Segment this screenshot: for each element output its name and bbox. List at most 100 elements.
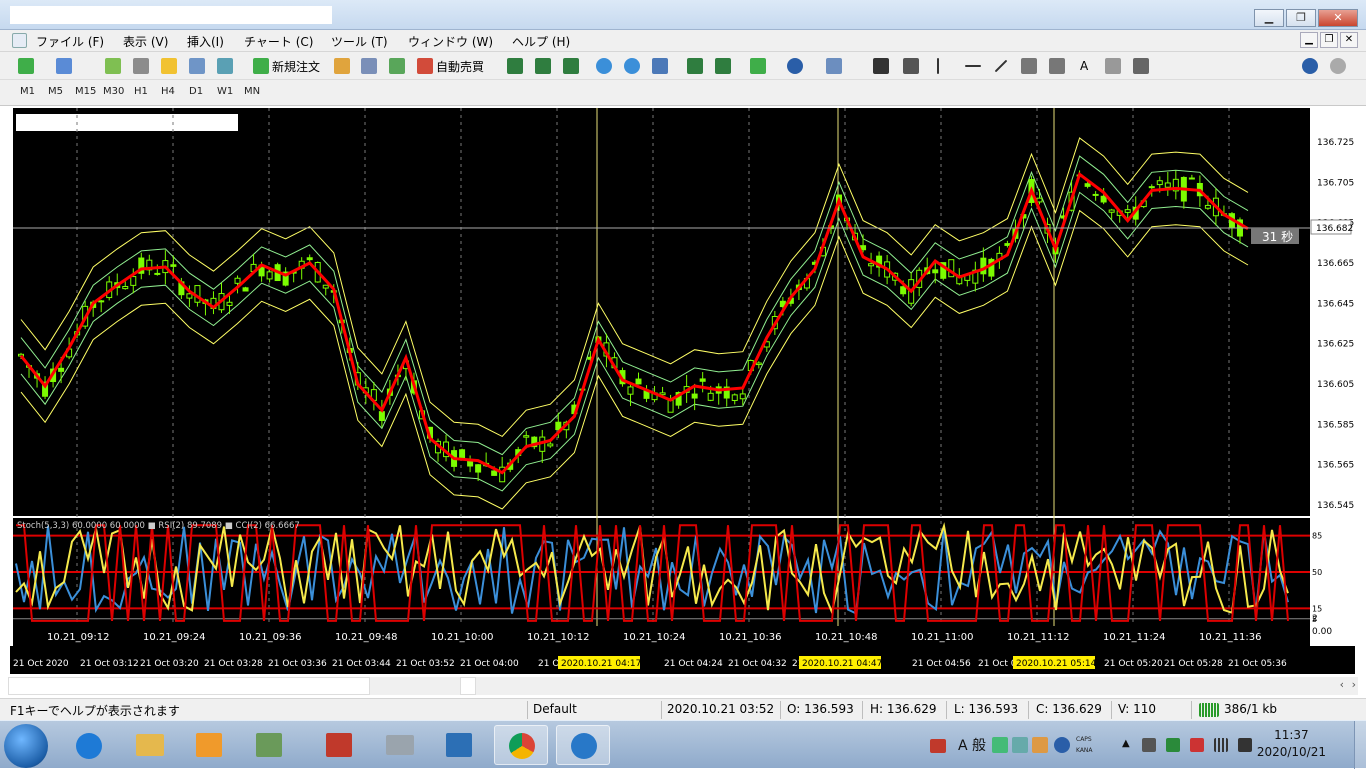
taskbar-mt4[interactable]	[556, 725, 610, 765]
candle-body	[547, 443, 554, 447]
tf-m5[interactable]: M5	[48, 86, 63, 97]
tray-app-icon-2[interactable]	[1190, 738, 1204, 752]
main-toolbar: 新規注文 自動売買 A	[0, 52, 1366, 80]
tray-ime-icon-3[interactable]	[1032, 737, 1048, 753]
tf-h1[interactable]: H1	[134, 86, 148, 97]
arrows-button[interactable]	[1133, 56, 1149, 76]
terminal-button[interactable]	[189, 56, 205, 76]
zoom-in-button[interactable]	[596, 56, 612, 76]
profiles-button[interactable]	[56, 56, 72, 76]
taskbar-media[interactable]	[182, 725, 236, 765]
tf-m1[interactable]: M1	[20, 86, 35, 97]
taskbar-explorer[interactable]	[122, 725, 176, 765]
help-icon[interactable]	[1054, 737, 1070, 753]
menu-help[interactable]: ヘルプ (H)	[512, 33, 570, 50]
market-button[interactable]	[389, 56, 405, 76]
indicators-button[interactable]	[750, 56, 766, 76]
chart-tab-2[interactable]	[460, 677, 476, 695]
taskbar-chrome[interactable]	[494, 725, 548, 765]
candle-body	[306, 257, 313, 261]
volume-icon[interactable]	[1238, 738, 1252, 752]
status-low: L: 136.593	[954, 702, 1019, 716]
chat-button[interactable]	[1330, 56, 1346, 76]
mdi-close-button[interactable]: ✕	[1340, 32, 1358, 48]
zoom-out-button[interactable]	[624, 56, 640, 76]
templates-button[interactable]	[826, 56, 842, 76]
signals-button[interactable]	[361, 56, 377, 76]
close-button[interactable]: ✕	[1318, 9, 1358, 27]
session-label: 10.21_09:36	[239, 632, 301, 643]
taskbar-clock[interactable]: 11:37 2020/10/21	[1257, 727, 1326, 761]
mdi-minimize-button[interactable]: ▁	[1300, 32, 1318, 48]
flag-icon[interactable]	[1142, 738, 1156, 752]
tab-scroll-left-icon[interactable]: ‹	[1340, 678, 1344, 691]
auto-scroll-button[interactable]	[687, 56, 703, 76]
taskbar-app7[interactable]	[432, 725, 486, 765]
chart-tab-1[interactable]	[8, 677, 370, 695]
tile-windows-button[interactable]	[652, 56, 668, 76]
menu-chart[interactable]: チャート (C)	[244, 33, 313, 50]
taskbar-ie[interactable]	[62, 725, 116, 765]
new-chart-button[interactable]	[18, 56, 34, 76]
channel-button[interactable]	[1021, 56, 1037, 76]
tf-m15[interactable]: M15	[75, 86, 96, 97]
menu-view[interactable]: 表示 (V)	[123, 33, 168, 50]
show-desktop-button[interactable]	[1354, 721, 1366, 769]
taskbar-app4[interactable]	[242, 725, 296, 765]
tf-m30[interactable]: M30	[103, 86, 124, 97]
caps-indicator: CAPS	[1076, 736, 1092, 743]
periods-button[interactable]	[787, 56, 803, 76]
menu-insert[interactable]: 挿入(I)	[187, 33, 224, 50]
chart-shift-button[interactable]	[715, 56, 731, 76]
tf-mn[interactable]: MN	[244, 86, 260, 97]
chart-svg[interactable]: 8550155 136.725136.705136.685136.665136.…	[10, 108, 1355, 674]
market-watch-button[interactable]	[105, 56, 121, 76]
strategy-tester-button[interactable]	[217, 56, 233, 76]
tray-ime-icon-2[interactable]	[1012, 737, 1028, 753]
taskbar-app6[interactable]	[372, 725, 426, 765]
candle-body	[226, 301, 233, 306]
bar-chart-button[interactable]	[507, 56, 523, 76]
tf-w1[interactable]: W1	[217, 86, 233, 97]
maximize-button[interactable]: ❐	[1286, 9, 1316, 27]
taskbar-app5[interactable]	[312, 725, 366, 765]
tf-d1[interactable]: D1	[189, 86, 203, 97]
text-label-button[interactable]	[1105, 56, 1121, 76]
network-icon[interactable]	[1214, 738, 1228, 752]
tray-ime-icon[interactable]	[992, 737, 1008, 753]
fibo-button[interactable]	[1049, 56, 1065, 76]
clock-time: 11:37	[1274, 728, 1309, 742]
mdi-restore-button[interactable]: ❐	[1320, 32, 1338, 48]
menu-window[interactable]: ウィンドウ (W)	[408, 33, 493, 50]
chart-window[interactable]: 8550155 136.725136.705136.685136.665136.…	[10, 108, 1355, 674]
tray-expand-icon[interactable]: ▲	[1122, 738, 1130, 749]
navigator-button[interactable]	[161, 56, 177, 76]
minimize-button[interactable]: ▁	[1254, 9, 1284, 27]
start-button[interactable]	[4, 724, 48, 768]
cursor-tool-button[interactable]	[873, 56, 889, 76]
search-button[interactable]	[1302, 56, 1318, 76]
metaeditor-button[interactable]	[334, 56, 350, 76]
new-order-button[interactable]: 新規注文	[253, 56, 320, 76]
tf-h4[interactable]: H4	[161, 86, 175, 97]
windows-taskbar: A 般 CAPS KANA ▲ 11:37 2020/10/21	[0, 720, 1366, 769]
tray-security-icon[interactable]	[930, 739, 946, 753]
menu-file[interactable]: ファイル (F)	[36, 33, 104, 50]
tray-app-icon[interactable]	[1166, 738, 1180, 752]
menu-tools[interactable]: ツール (T)	[331, 33, 388, 50]
trendline-button[interactable]	[993, 56, 1009, 76]
ime-indicator[interactable]: A 般	[958, 735, 986, 755]
chart-shift-icon	[715, 58, 731, 74]
auto-trading-button[interactable]: 自動売買	[417, 56, 484, 76]
tab-scroll-right-icon[interactable]: ›	[1352, 678, 1356, 691]
line-chart-button[interactable]	[563, 56, 579, 76]
crosshair-tool-button[interactable]	[903, 56, 919, 76]
ie-icon	[76, 733, 102, 759]
data-window-button[interactable]	[133, 56, 149, 76]
vertical-line-button[interactable]	[937, 56, 939, 76]
horizontal-line-button[interactable]	[965, 56, 981, 76]
text-tool-button[interactable]: A	[1080, 56, 1088, 76]
candle-body	[1148, 186, 1155, 189]
candle-chart-button[interactable]	[535, 56, 551, 76]
price-axis-label: 136.585	[1317, 420, 1354, 430]
